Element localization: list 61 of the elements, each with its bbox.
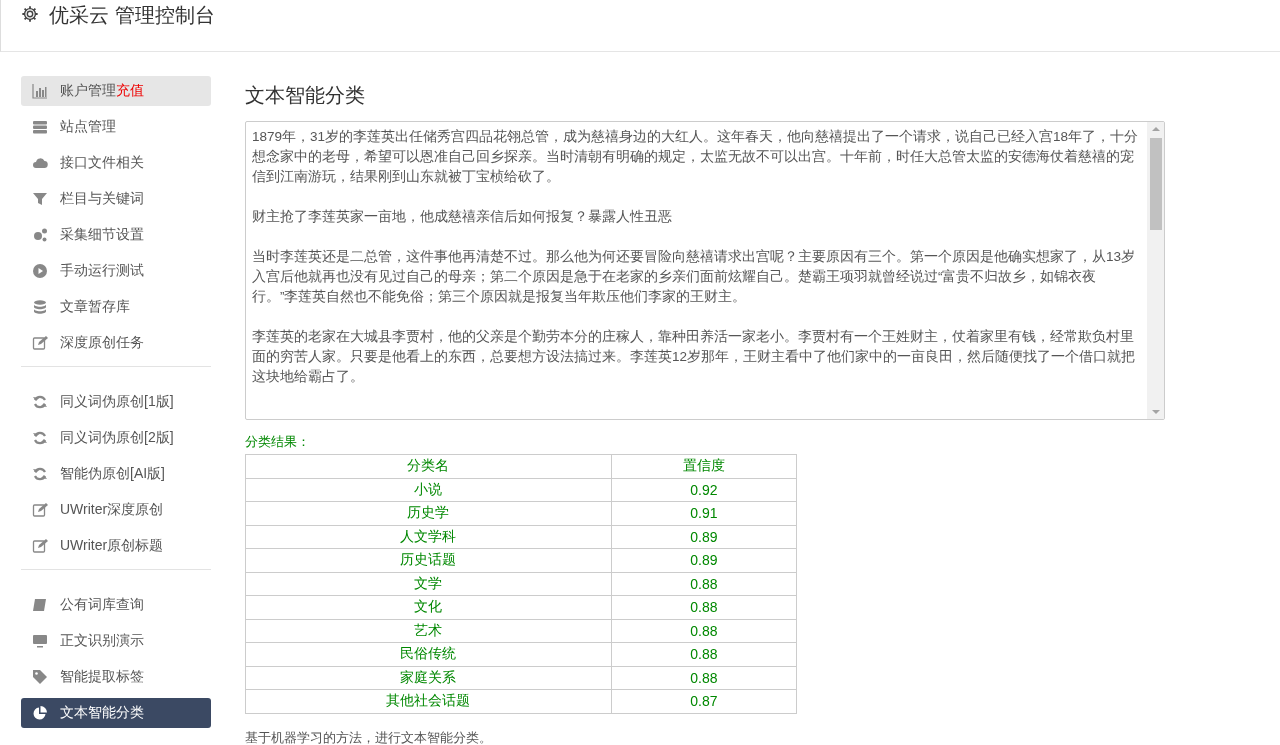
sidebar-item[interactable]: 文章暂存库 xyxy=(21,292,211,322)
table-cell: 0.88 xyxy=(611,666,797,690)
sidebar-item[interactable]: UWriter深度原创 xyxy=(21,495,211,525)
sync-icon xyxy=(32,430,48,446)
sidebar-item[interactable]: 同义词伪原创[2版] xyxy=(21,423,211,453)
table-cell: 0.88 xyxy=(611,642,797,666)
sidebar-item[interactable]: UWriter原创标题 xyxy=(21,531,211,561)
server-icon xyxy=(32,119,48,135)
pie-icon xyxy=(32,705,48,721)
footnote: 基于机器学习的方法，进行文本智能分类。 xyxy=(245,728,493,745)
table-cell: 0.89 xyxy=(611,525,797,549)
table-cell: 其他社会话题 xyxy=(245,689,612,713)
filter-icon xyxy=(32,191,48,207)
scrollbar[interactable] xyxy=(1147,122,1164,419)
db-icon xyxy=(32,299,48,315)
table-cell: 0.88 xyxy=(611,595,797,619)
result-label: 分类结果： xyxy=(245,433,311,451)
sidebar-item[interactable]: 采集细节设置 xyxy=(21,220,211,250)
play-icon xyxy=(32,263,48,279)
section-heading: 文本智能分类 xyxy=(245,83,366,108)
table-cell: 文化 xyxy=(245,595,612,619)
edit-icon xyxy=(32,538,48,554)
table-cell: 民俗传统 xyxy=(245,642,612,666)
table-cell: 文学 xyxy=(245,572,612,596)
sync-icon xyxy=(32,394,48,410)
settings-icon xyxy=(21,5,39,23)
table-cell: 历史话题 xyxy=(245,548,612,572)
table-cell: 0.88 xyxy=(611,572,797,596)
bars-icon xyxy=(32,83,48,99)
edit-icon xyxy=(32,335,48,351)
table-cell: 家庭关系 xyxy=(245,666,612,690)
sidebar-item[interactable]: 文本智能分类 xyxy=(21,698,211,728)
column-header: 置信度 xyxy=(611,454,797,478)
sidebar-item[interactable]: 深度原创任务 xyxy=(21,328,211,358)
monitor-icon xyxy=(32,633,48,649)
table-cell: 人文学科 xyxy=(245,525,612,549)
sidebar-item[interactable]: 正文识别演示 xyxy=(21,626,211,656)
table-cell: 0.92 xyxy=(611,478,797,502)
sidebar-item[interactable]: 同义词伪原创[1版] xyxy=(21,387,211,417)
page-title: 优采云 管理控制台 xyxy=(49,3,215,28)
column-header: 分类名 xyxy=(245,454,612,478)
sidebar-item[interactable]: 栏目与关键词 xyxy=(21,184,211,214)
table-cell: 0.89 xyxy=(611,548,797,572)
edit-icon xyxy=(32,502,48,518)
table-cell: 0.91 xyxy=(611,501,797,525)
text-input-area[interactable]: 1879年，31岁的李莲英出任储秀宫四品花翎总管，成为慈禧身边的大红人。这年春天，他向慈禧提出了一个请求，说自己已经入宫18年了，十分想念家中的老母，希望可以恩准自己回乡探亲。当时清朝有明确的规定，太监无故不可以出宫。十年前，时任大总管太监的安德海仗着慈禧的宠信到江南游玩，结果刚到山东就被丁宝桢给砍了。 财主抢了李莲英家一亩地，他成慈禧亲信后如何报复？暴露人性丑恶 当时李莲英还是二总管，这件事他再清楚不过。那么他为何还要冒险向慈禧请求出宫呢？主要原因有三个。第一个原因是他确实想家了，从13岁入宫后他就再也没有见过自己的母亲；第二个原因是急于在老家的乡亲们面前炫耀自己。楚霸王项羽就曾经说过“富贵不归故乡，如锦衣夜行。”李莲英自然也不能免俗；第三个原因就是报复当年欺压他们李家的王财主。 李莲英的老家在大城县李贾村，他的父亲是个勤劳本分的庄稼人，靠种田养活一家老小。李贾村有一个王姓财主，仗着家里有钱，经常欺负村里面的穷苦人家。只要是他看上的东西，总要想方设法搞过来。李莲英12岁那年，王财主看中了他们家中的一亩良田，然后随便找了一个借口就把这块地给霸占了。 xyxy=(245,121,1165,420)
tag-icon xyxy=(32,669,48,685)
sync-icon xyxy=(32,466,48,482)
sidebar-item[interactable]: 站点管理 xyxy=(21,112,211,142)
sidebar-item[interactable]: 接口文件相关 xyxy=(21,148,211,178)
table-cell: 历史学 xyxy=(245,501,612,525)
sidebar-item[interactable]: 手动运行测试 xyxy=(21,256,211,286)
table-cell: 小说 xyxy=(245,478,612,502)
sidebar-item[interactable]: 智能提取标签 xyxy=(21,662,211,692)
sidebar-item[interactable]: 智能伪原创[AI版] xyxy=(21,459,211,489)
table-cell: 0.88 xyxy=(611,619,797,643)
sidebar-item[interactable]: 账户管理充值 xyxy=(21,76,211,106)
table-cell: 艺术 xyxy=(245,619,612,643)
table-cell: 0.87 xyxy=(611,689,797,713)
sidebar-item[interactable]: 公有词库查询 xyxy=(21,590,211,620)
cloud-icon xyxy=(32,155,48,171)
